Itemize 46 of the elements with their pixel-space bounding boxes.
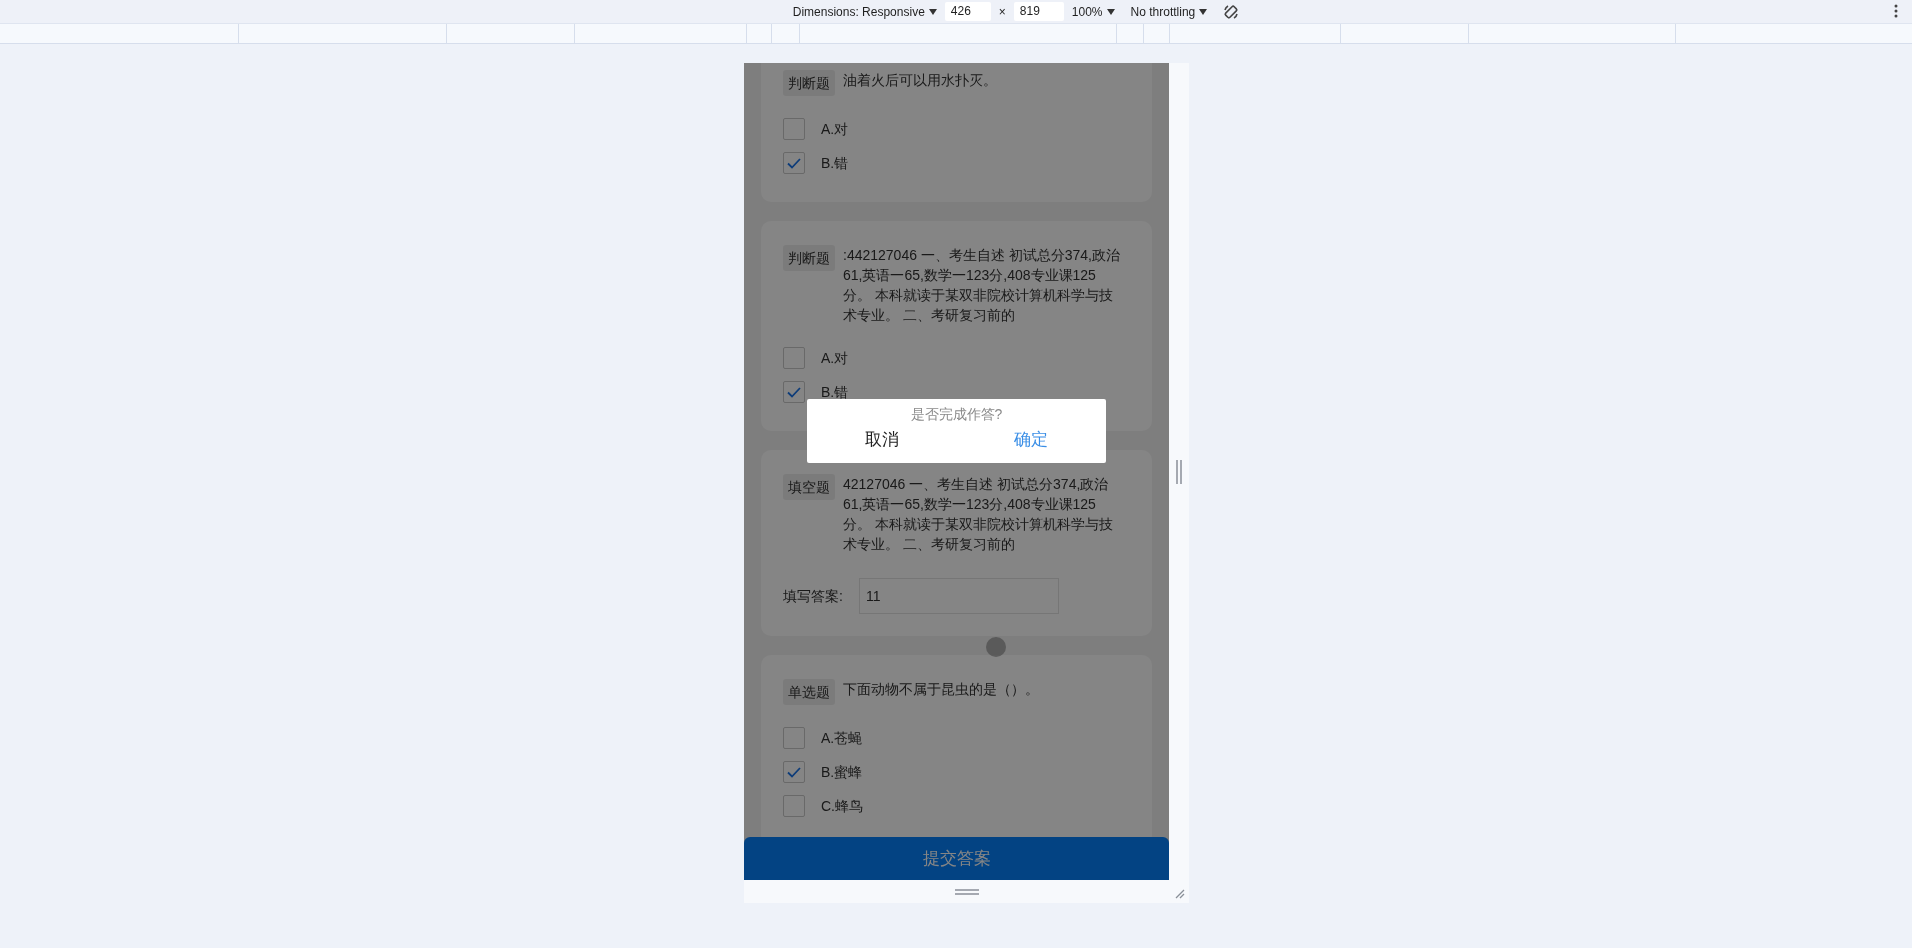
question-text: :442127046 一、考生自述 初试总分374,政治61,英语一65,数学一123分,408专业课125分。 本科就读于某双非院校计算机科学与技术专业。 二、考研复习前的 bbox=[843, 246, 1121, 325]
question-type-tag: 单选题 bbox=[783, 679, 835, 705]
resize-handle-icon[interactable] bbox=[954, 888, 979, 895]
resize-corner-icon[interactable] bbox=[1175, 889, 1185, 899]
dialog-title: 是否完成作答? bbox=[909, 405, 1004, 423]
checkmark-icon bbox=[787, 766, 801, 778]
answer-field[interactable]: 11 bbox=[858, 578, 1059, 614]
throttling-dropdown[interactable]: No throttling bbox=[1130, 2, 1208, 21]
width-field[interactable]: 426 bbox=[944, 2, 991, 21]
question-text: 油着火后可以用水扑灭。 bbox=[843, 71, 997, 90]
cancel-button[interactable]: 取消 bbox=[858, 427, 905, 453]
checkmark-icon bbox=[787, 386, 801, 398]
zoom-label: 100% bbox=[1071, 3, 1103, 21]
answer-label: 填写答案: bbox=[783, 586, 843, 606]
option-label: A.对 bbox=[821, 348, 849, 368]
option-label: A.对 bbox=[821, 119, 849, 139]
throttling-label: No throttling bbox=[1130, 3, 1196, 21]
checkbox[interactable] bbox=[783, 761, 805, 783]
times-sign: × bbox=[998, 3, 1006, 21]
checkmark-icon bbox=[787, 157, 801, 169]
height-field[interactable]: 819 bbox=[1013, 2, 1064, 21]
more-menu-icon[interactable] bbox=[1894, 4, 1898, 18]
question-type-tag: 填空题 bbox=[783, 474, 835, 500]
checkbox[interactable] bbox=[783, 347, 805, 369]
caret-icon bbox=[1106, 8, 1115, 15]
question-text: 42127046 一、考生自述 初试总分374,政治61,英语一65,数学一123分,408专业课125分。 本科就读于某双非院校计算机科学与技术专业。 二、考研复习前的 bbox=[843, 475, 1114, 554]
caret-icon bbox=[928, 8, 937, 15]
question-type-tag: 判断题 bbox=[783, 245, 835, 271]
checkbox[interactable] bbox=[783, 795, 805, 817]
confirm-button[interactable]: 确定 bbox=[1008, 427, 1055, 453]
option-label: B.错 bbox=[821, 153, 849, 173]
caret-icon bbox=[1199, 8, 1208, 15]
checkbox[interactable] bbox=[783, 152, 805, 174]
checkbox[interactable] bbox=[783, 727, 805, 749]
resize-handle-icon[interactable] bbox=[1176, 459, 1182, 484]
zoom-dropdown[interactable]: 100% bbox=[1071, 2, 1115, 21]
rotate-icon[interactable] bbox=[1223, 3, 1240, 20]
checkbox[interactable] bbox=[783, 381, 805, 403]
option-label: C.蜂鸟 bbox=[821, 796, 863, 816]
checkbox[interactable] bbox=[783, 118, 805, 140]
question-text: 下面动物不属于昆虫的是（）。 bbox=[843, 680, 1039, 699]
touch-cursor-icon bbox=[986, 637, 1006, 657]
option-label: B.蜜蜂 bbox=[821, 762, 863, 782]
option-label: A.苍蝇 bbox=[821, 728, 863, 748]
question-type-tag: 判断题 bbox=[783, 70, 835, 96]
option-label: B.错 bbox=[821, 382, 849, 402]
